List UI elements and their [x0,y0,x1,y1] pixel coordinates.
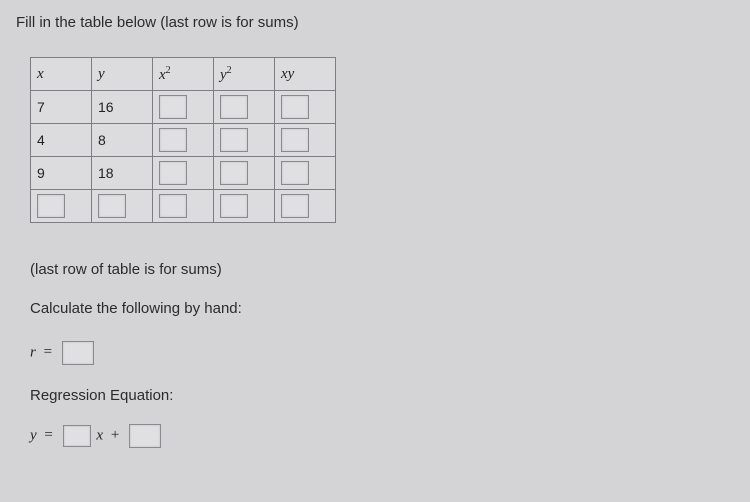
sum-note: (last row of table is for sums) [30,261,734,278]
col-y: y [92,58,153,91]
input-sum-y2[interactable] [220,194,248,218]
plus-sign: + [111,427,119,443]
col-xy: xy [275,58,336,91]
regression-label: Regression Equation: [30,387,734,404]
cell-sum-x [31,190,92,223]
input-xy-1[interactable] [281,128,309,152]
col-x: x [31,58,92,91]
cell-xy [275,124,336,157]
input-r[interactable] [62,341,94,365]
table-row: 4 8 [31,124,336,157]
cell-sum-y2 [214,190,275,223]
cell-y2 [214,124,275,157]
worksheet: Fill in the table below (last row is for… [0,0,750,448]
input-sum-x2[interactable] [159,194,187,218]
input-slope[interactable] [63,425,91,447]
input-xy-0[interactable] [281,95,309,119]
table-sum-row [31,190,336,223]
input-x2-0[interactable] [159,95,187,119]
cell-x: 9 [31,157,92,190]
cell-y2 [214,91,275,124]
cell-y: 8 [92,124,153,157]
input-x2-1[interactable] [159,128,187,152]
input-intercept[interactable] [129,424,161,448]
cell-y: 18 [92,157,153,190]
input-y2-1[interactable] [220,128,248,152]
input-sum-x[interactable] [37,194,65,218]
equals-sign-2: = [44,427,52,443]
data-table: x y x2 y2 xy 7 16 4 8 9 18 [30,57,336,223]
cell-sum-xy [275,190,336,223]
cell-xy [275,157,336,190]
cell-sum-x2 [153,190,214,223]
cell-x2 [153,157,214,190]
cell-x2 [153,124,214,157]
input-y2-2[interactable] [220,161,248,185]
r-equation: r = [30,341,734,365]
col-x-squared: x2 [153,58,214,91]
yhat-equation: y = x + [30,424,734,448]
cell-y2 [214,157,275,190]
input-y2-0[interactable] [220,95,248,119]
input-xy-2[interactable] [281,161,309,185]
cell-x2 [153,91,214,124]
input-sum-xy[interactable] [281,194,309,218]
equals-sign: = [44,344,52,360]
cell-xy [275,91,336,124]
cell-x: 4 [31,124,92,157]
input-sum-y[interactable] [98,194,126,218]
table-row: 7 16 [31,91,336,124]
r-symbol: r [30,344,36,360]
col-y-squared: y2 [214,58,275,91]
table-header-row: x y x2 y2 xy [31,58,336,91]
yhat-symbol: y [30,427,37,443]
cell-y: 16 [92,91,153,124]
instruction-text: Fill in the table below (last row is for… [16,14,734,31]
input-x2-2[interactable] [159,161,187,185]
cell-sum-y [92,190,153,223]
x-variable: x [96,427,103,443]
cell-x: 7 [31,91,92,124]
calculate-label: Calculate the following by hand: [30,300,734,317]
table-row: 9 18 [31,157,336,190]
